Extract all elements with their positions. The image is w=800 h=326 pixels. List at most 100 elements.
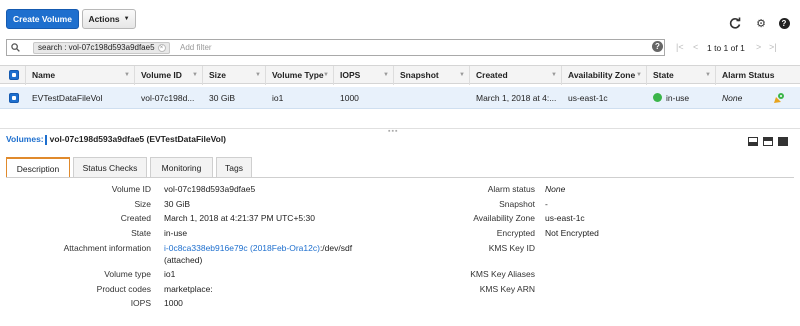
column-header-alarm-status[interactable]: Alarm Status: [716, 66, 800, 85]
tab-divider: [6, 177, 794, 178]
cell-name: EVTestDataFileVol: [32, 93, 103, 103]
label-snapshot: Snapshot: [499, 199, 535, 209]
value-attachment: i-0c8ca338eb916e79c (2018Feb-Ora12c):/de…: [164, 243, 352, 253]
attachment-status: (attached): [164, 255, 203, 265]
filter-help-icon[interactable]: ?: [652, 41, 663, 52]
sort-icon: ▼: [255, 72, 261, 78]
next-page-icon[interactable]: >: [756, 42, 761, 52]
cell-volume-id: vol-07c198d...: [141, 93, 195, 103]
chevron-down-icon: ▼: [123, 16, 130, 22]
label-iops: IOPS: [130, 298, 151, 308]
column-header-volume-type[interactable]: Volume Type ▼: [266, 66, 334, 85]
grid-header: Name ▼ Volume ID ▼ Size ▼ Volume Type ▼ IOPS…: [0, 65, 800, 85]
label-kms-key-id: KMS Key ID: [488, 243, 535, 253]
layout-full-icon[interactable]: [778, 137, 788, 146]
column-header-availability-zone[interactable]: Availability Zone ▼: [562, 66, 647, 85]
help-icon[interactable]: ?: [777, 16, 791, 30]
label-attachment: Attachment information: [63, 243, 151, 253]
sort-icon: ▼: [383, 72, 389, 78]
column-header-state[interactable]: State ▼: [647, 66, 716, 85]
row-checkbox[interactable]: [9, 93, 19, 103]
filter-input[interactable]: search : vol-07c198d593a9dfae5 × Add fil…: [6, 39, 665, 56]
value-created: March 1, 2018 at 4:21:37 PM UTC+5:30: [164, 213, 315, 223]
sort-icon: ▼: [459, 72, 465, 78]
filter-token-label: search : vol-07c198d593a9dfae5: [38, 43, 155, 52]
cell-size: 30 GiB: [209, 93, 235, 103]
actions-dropdown-button[interactable]: Actions ▼: [82, 9, 136, 29]
label-volume-type: Volume type: [104, 269, 151, 279]
value-encrypted: Not Encrypted: [545, 228, 599, 238]
value-state: in-use: [164, 228, 188, 238]
detail-title-label: Volumes:: [6, 134, 44, 144]
label-created: Created: [120, 213, 151, 223]
value-product-codes: marketplace:: [164, 284, 213, 294]
label-availability-zone: Availability Zone: [473, 213, 535, 223]
value-snapshot: -: [545, 199, 548, 209]
state-text: in-use: [666, 93, 690, 103]
sort-icon: ▼: [705, 72, 711, 78]
layout-bottom-icon[interactable]: [748, 137, 758, 146]
create-volume-button[interactable]: Create Volume: [6, 9, 79, 29]
add-filter-placeholder: Add filter: [180, 43, 212, 52]
tab-description[interactable]: Description: [6, 157, 70, 178]
resize-grip-icon[interactable]: ▪▪▪: [388, 128, 398, 135]
title-marker: [44, 134, 47, 145]
refresh-icon[interactable]: [728, 16, 742, 30]
tab-monitoring[interactable]: Monitoring: [150, 157, 213, 178]
cell-created: March 1, 2018 at 4:...: [476, 93, 557, 103]
sort-icon: ▼: [192, 72, 198, 78]
actions-label: Actions: [88, 14, 120, 24]
first-page-icon[interactable]: |<: [676, 42, 684, 52]
label-kms-key-arn: KMS Key ARN: [479, 284, 535, 294]
value-iops: 1000: [164, 298, 183, 308]
pagination-text: 1 to 1 of 1: [707, 43, 745, 53]
column-header-snapshot[interactable]: Snapshot ▼: [394, 66, 470, 85]
sort-icon: ▼: [551, 72, 557, 78]
create-alarm-icon[interactable]: [773, 92, 785, 104]
label-state: State: [131, 228, 151, 238]
label-kms-key-aliases: KMS Key Aliases: [470, 269, 535, 279]
search-icon: [11, 43, 20, 52]
cell-availability-zone: us-east-1c: [568, 93, 608, 103]
instance-link[interactable]: i-0c8ca338eb916e79c (2018Feb-Ora12c): [164, 243, 320, 253]
gear-icon[interactable]: ⚙: [754, 16, 768, 30]
previous-page-icon[interactable]: <: [693, 42, 698, 52]
top-toolbar: Create Volume Actions ▼ ⚙ ?: [0, 0, 800, 36]
label-volume-id: Volume ID: [111, 184, 151, 194]
select-all-checkbox[interactable]: [9, 70, 19, 80]
status-ok-icon: [653, 93, 662, 103]
label-size: Size: [134, 199, 151, 209]
column-header-iops[interactable]: IOPS ▼: [334, 66, 394, 85]
last-page-icon[interactable]: >|: [769, 42, 777, 52]
tab-status-checks[interactable]: Status Checks: [73, 157, 147, 178]
sort-icon: ▼: [323, 72, 329, 78]
sort-icon: ▼: [124, 72, 130, 78]
detail-title-value: vol-07c198d593a9dfae5 (EVTestDataFileVol…: [49, 134, 227, 144]
detail-title: Volumes: vol-07c198d593a9dfae5 (EVTestDat…: [6, 134, 226, 145]
value-size: 30 GiB: [164, 199, 190, 209]
column-header-created[interactable]: Created ▼: [470, 66, 562, 85]
remove-filter-icon[interactable]: ×: [157, 44, 166, 52]
value-alarm-status: None: [545, 184, 566, 194]
value-volume-id: vol-07c198d593a9dfae5: [164, 184, 256, 194]
table-row[interactable]: EVTestDataFileVol vol-07c198d... 30 GiB …: [0, 87, 800, 109]
filter-token[interactable]: search : vol-07c198d593a9dfae5 ×: [33, 42, 170, 54]
device-name: :/dev/sdf: [319, 243, 353, 253]
tab-tags[interactable]: Tags: [216, 157, 252, 178]
cell-volume-type: io1: [272, 93, 284, 103]
label-alarm-status: Alarm status: [487, 184, 535, 194]
cell-alarm-status: None: [722, 93, 743, 103]
cell-iops: 1000: [340, 93, 359, 103]
pane-splitter[interactable]: [0, 128, 800, 132]
select-all-cell: [0, 66, 26, 85]
value-volume-type: io1: [164, 269, 176, 279]
cell-snapshot: [394, 87, 470, 109]
column-header-volume-id[interactable]: Volume ID ▼: [135, 66, 203, 85]
sort-icon: ▼: [636, 72, 642, 78]
label-encrypted: Encrypted: [496, 228, 535, 238]
layout-split-icon[interactable]: [763, 137, 773, 146]
label-product-codes: Product codes: [96, 284, 151, 294]
column-header-size[interactable]: Size ▼: [203, 66, 266, 85]
column-header-name[interactable]: Name ▼: [26, 66, 135, 85]
value-availability-zone: us-east-1c: [545, 213, 585, 223]
